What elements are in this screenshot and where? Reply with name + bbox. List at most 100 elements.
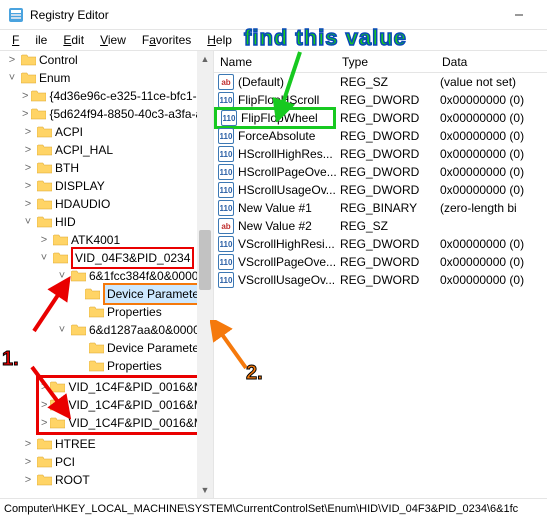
value-type: REG_DWORD [336, 165, 436, 179]
expand-icon[interactable]: ˃ [22, 453, 34, 471]
value-data: 0x00000000 (0) [436, 129, 547, 143]
value-data: 0x00000000 (0) [436, 111, 547, 125]
list-row[interactable]: 110HScrollHighRes...REG_DWORD0x00000000 … [214, 145, 547, 163]
folder-icon [53, 234, 68, 246]
list-row[interactable]: 110ForceAbsoluteREG_DWORD0x00000000 (0) [214, 127, 547, 145]
tree-label: Device Parameters [107, 339, 209, 357]
value-name: New Value #1 [238, 201, 312, 215]
tree-label: VID_1C4F&PID_0016&MI_0 [68, 414, 214, 432]
expand-icon[interactable]: ˃ [22, 141, 34, 159]
tree-item-control[interactable]: ˃ Control [0, 51, 213, 69]
expand-icon[interactable]: ˅ [6, 69, 18, 87]
list-row[interactable]: abNew Value #2REG_SZ [214, 217, 547, 235]
expand-icon[interactable]: ˃ [22, 123, 34, 141]
tree-item-display[interactable]: ˃ DISPLAY [0, 177, 213, 195]
folder-icon [21, 72, 36, 84]
scroll-up-icon[interactable]: ▲ [197, 51, 213, 67]
tree-scrollbar[interactable]: ▲ ▼ [197, 51, 213, 498]
expand-icon[interactable]: ˃ [22, 435, 34, 453]
expand-icon[interactable]: ˃ [22, 471, 34, 489]
binary-value-icon: 110 [218, 236, 234, 252]
folder-icon [21, 54, 36, 66]
expand-icon[interactable]: ˃ [38, 231, 50, 249]
expand-icon[interactable]: ˅ [38, 249, 50, 267]
expand-icon[interactable]: ˃ [22, 105, 28, 123]
folder-icon [31, 108, 46, 120]
folder-icon [37, 126, 52, 138]
value-type: REG_DWORD [336, 255, 436, 269]
annotation-orange-arrow [210, 320, 260, 376]
tree-label: DISPLAY [55, 177, 105, 195]
folder-icon [31, 90, 46, 102]
value-data: 0x00000000 (0) [436, 183, 547, 197]
tree-item-device-parameters-2[interactable]: Device Parameters [0, 339, 213, 357]
list-row[interactable]: 110VScrollUsageOv...REG_DWORD0x00000000 … [214, 271, 547, 289]
list-row[interactable]: 110VScrollPageOve...REG_DWORD0x00000000 … [214, 253, 547, 271]
tree-label: {4d36e96c-e325-11ce-bfc1-080 [49, 87, 214, 105]
expand-icon[interactable]: ˅ [22, 213, 34, 231]
list-row[interactable]: 110VScrollHighResi...REG_DWORD0x00000000… [214, 235, 547, 253]
col-data[interactable]: Data [436, 55, 547, 69]
folder-icon [37, 216, 52, 228]
tree-item-acpi[interactable]: ˃ACPI [0, 123, 213, 141]
expand-icon[interactable]: ˃ [22, 177, 34, 195]
tree-label: HID [55, 213, 76, 231]
folder-icon [37, 180, 52, 192]
expand-icon[interactable]: ˃ [22, 195, 34, 213]
tree-label: Properties [107, 357, 162, 375]
expand-icon[interactable]: ˃ [6, 51, 18, 69]
value-name: New Value #2 [238, 219, 312, 233]
value-name: HScrollUsageOv... [238, 183, 336, 197]
list-row[interactable]: 110New Value #1REG_BINARY(zero-length bi [214, 199, 547, 217]
value-type: REG_DWORD [336, 147, 436, 161]
tree-item-pci[interactable]: ˃ PCI [0, 453, 213, 471]
folder-icon [37, 162, 52, 174]
tree-pane[interactable]: ˃Control˅Enum˃{4d36e96c-e325-11ce-bfc1-0… [0, 51, 214, 498]
menu-view[interactable]: View [92, 31, 134, 49]
tree-label: Control [39, 51, 78, 69]
minimize-button[interactable] [499, 0, 539, 30]
tree-item--5d624f94-8850-40c3-a3fa-a4fc[interactable]: ˃{5d624f94-8850-40c3-a3fa-a4fc [0, 105, 213, 123]
value-type: REG_BINARY [336, 201, 436, 215]
tree-item-enum[interactable]: ˅Enum [0, 69, 213, 87]
value-data: 0x00000000 (0) [436, 165, 547, 179]
binary-value-icon: 110 [218, 164, 234, 180]
annotation-red-arrow-1 [24, 276, 84, 336]
tree-item-vid04f3[interactable]: ˅VID_04F3&PID_0234 [0, 249, 213, 267]
value-data: 0x00000000 (0) [436, 93, 547, 107]
value-name: HScrollPageOve... [238, 165, 336, 179]
menu-help[interactable]: Help [199, 31, 240, 49]
status-path: Computer\HKEY_LOCAL_MACHINE\SYSTEM\Curre… [4, 503, 518, 515]
tree-item-htree[interactable]: ˃HTREE [0, 435, 213, 453]
tree-label: BTH [55, 159, 79, 177]
expand-icon[interactable]: ˃ [22, 159, 34, 177]
list-pane[interactable]: Name Type Data ab(Default)REG_SZ(value n… [214, 51, 547, 498]
folder-icon [37, 474, 52, 486]
value-name: VScrollUsageOv... [238, 273, 335, 287]
value-data: 0x00000000 (0) [436, 273, 547, 287]
list-row[interactable]: ab(Default)REG_SZ(value not set) [214, 73, 547, 91]
tree-item--4d36e96c-e325-11ce-bfc1-080[interactable]: ˃ {4d36e96c-e325-11ce-bfc1-080 [0, 87, 213, 105]
expand-icon[interactable]: ˃ [22, 87, 28, 105]
tree-item-root[interactable]: ˃ROOT [0, 471, 213, 489]
folder-icon [37, 438, 52, 450]
binary-value-icon: 110 [218, 254, 234, 270]
list-row[interactable]: 110 HScrollPageOve...REG_DWORD0x00000000 … [214, 163, 547, 181]
menu-edit[interactable]: Edit [55, 31, 92, 49]
scroll-thumb[interactable] [199, 230, 211, 290]
col-type[interactable]: Type [336, 55, 436, 69]
list-row[interactable]: 110FlipFlopWheelREG_DWORD0x00000000 (0) [214, 109, 547, 127]
scroll-down-icon[interactable]: ▼ [197, 482, 213, 498]
annotation-red-arrow-2 [24, 362, 84, 422]
tree-label: PCI [55, 453, 75, 471]
list-row[interactable]: 110HScrollUsageOv...REG_DWORD0x00000000 … [214, 181, 547, 199]
tree-item-bth[interactable]: ˃ BTH [0, 159, 213, 177]
annotation-green-arrow [272, 50, 312, 122]
menu-favorites[interactable]: Favorites [134, 31, 199, 49]
tree-item-hid[interactable]: ˅ HID [0, 213, 213, 231]
app-icon [8, 7, 24, 23]
value-type: REG_SZ [336, 75, 436, 89]
menu-file[interactable]: File [4, 31, 55, 49]
tree-item-acpi-hal[interactable]: ˃ACPI_HAL [0, 141, 213, 159]
tree-item-hdaudio[interactable]: ˃HDAUDIO [0, 195, 213, 213]
